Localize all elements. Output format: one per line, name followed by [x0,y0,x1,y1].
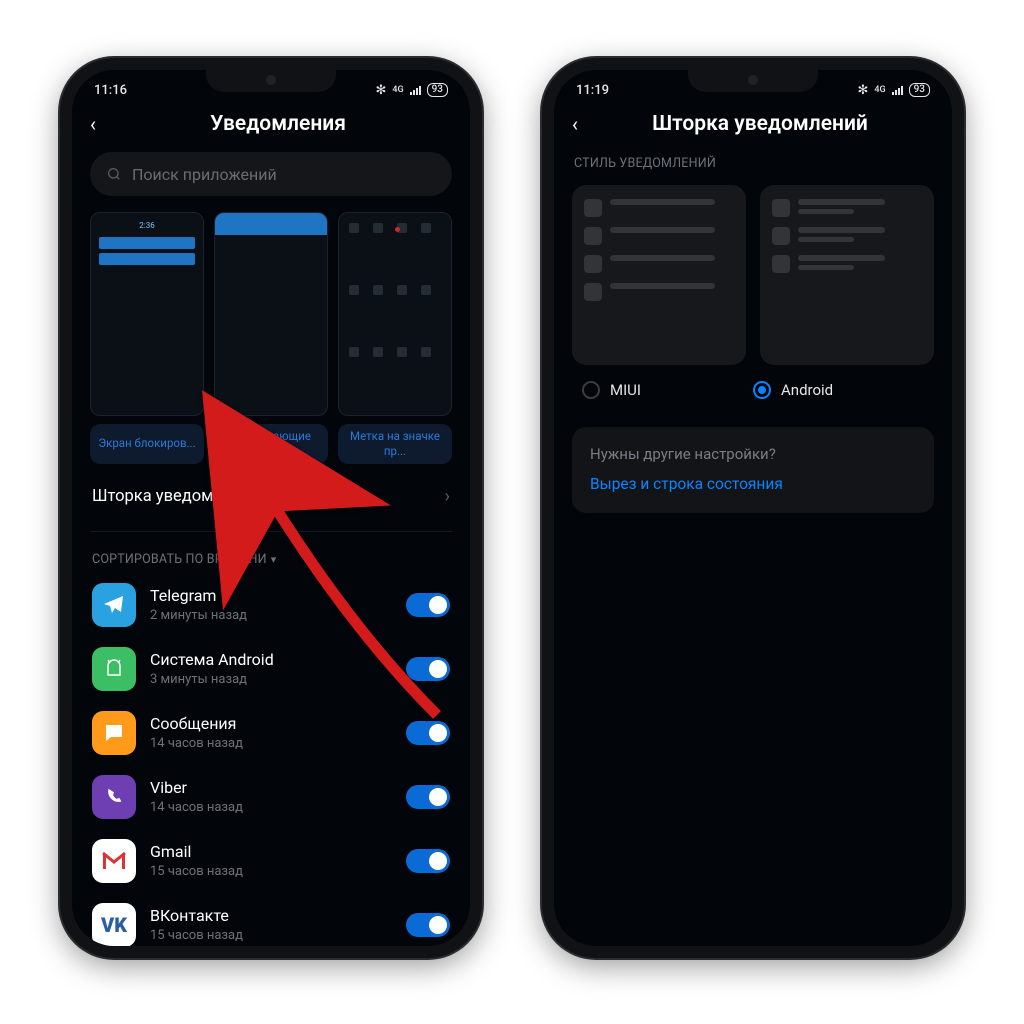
chevron-right-icon: › [445,486,450,507]
divider [90,531,452,532]
card-question: Нужны другие настройки? [590,445,916,463]
toggle-switch[interactable] [406,913,450,937]
app-name: Viber [150,778,392,797]
style-card-miui[interactable] [572,185,746,365]
app-name: Сообщения [150,714,392,733]
app-name: Система Android [150,650,392,669]
telegram-icon [92,583,136,627]
app-sub: 2 минуты назад [150,608,392,623]
android-icon [92,647,136,691]
list-item[interactable]: Сообщения 14 часов назад [90,701,452,765]
radio-label: MIUI [610,381,641,399]
preview-lockscreen-icon: 2:36 [90,212,204,416]
radio-icon [582,381,600,399]
toggle-switch[interactable] [406,785,450,809]
preview-floating-icon [214,212,328,416]
status-time: 11:19 [576,83,609,98]
tile-label: Всплывающие увед... [214,424,328,464]
radio-android[interactable]: Android [753,381,924,399]
gmail-icon [92,839,136,883]
list-item[interactable]: Viber 14 часов назад [90,765,452,829]
row-notification-shade[interactable]: Шторка уведомлений › [90,464,452,529]
app-sub: 15 часов назад [150,864,392,879]
app-name: Gmail [150,842,392,861]
preview-badge-icon [338,212,452,416]
list-item[interactable]: Telegram 2 минуты назад [90,573,452,637]
phone-notifications: 11:16 ✻ 4G 93 ‹ Уведомления Поиск прилож… [60,58,482,958]
app-sub: 14 часов назад [150,800,392,815]
vk-icon: VK [92,903,136,947]
tile-lockscreen[interactable]: 2:36 Экран блокиров... [90,212,204,464]
search-placeholder: Поиск приложений [132,165,277,184]
battery-indicator: 93 [909,83,930,97]
style-card-android[interactable] [760,185,934,365]
app-name: Telegram [150,586,392,605]
messages-icon [92,711,136,755]
more-settings-card: Нужны другие настройки? Вырез и строка с… [572,427,934,513]
display-notch [206,68,336,92]
app-sub: 3 минуты назад [150,672,392,687]
tile-badge[interactable]: Метка на значке пр... [338,212,452,464]
battery-indicator: 93 [427,83,448,97]
status-time: 11:16 [94,83,127,98]
tile-label: Экран блокиров... [90,424,204,464]
list-item[interactable]: Система Android 3 минуты назад [90,637,452,701]
page-title: Уведомления [104,112,452,136]
app-sub: 14 часов назад [150,736,392,751]
page-title: Шторка уведомлений [586,112,934,136]
signal-icon [892,85,903,95]
toggle-switch[interactable] [406,721,450,745]
list-item[interactable]: VK ВКонтакте 15 часов назад [90,893,452,957]
app-sub: 15 часов назад [150,928,392,943]
search-input[interactable]: Поиск приложений [90,152,452,196]
toggle-switch[interactable] [406,657,450,681]
sort-label: СОРТИРОВАТЬ ПО ВРЕМЕНИ [92,552,267,567]
bluetooth-icon: ✻ [857,83,868,98]
radio-icon [753,381,771,399]
sort-dropdown[interactable]: СОРТИРОВАТЬ ПО ВРЕМЕНИ ▾ [90,540,452,573]
style-section-label: СТИЛЬ УВЕДОМЛЕНИЙ [572,152,934,177]
display-notch [688,68,818,92]
card-link[interactable]: Вырез и строка состояния [590,475,916,493]
network-4g: 4G [874,85,885,95]
list-item[interactable]: Gmail 15 часов назад [90,829,452,893]
signal-icon [410,85,421,95]
bluetooth-icon: ✻ [375,83,386,98]
search-icon [106,166,122,182]
tile-label: Метка на значке пр... [338,424,452,464]
radio-label: Android [781,381,833,399]
toggle-switch[interactable] [406,849,450,873]
radio-miui[interactable]: MIUI [582,381,753,399]
phone-shade-style: 11:19 ✻ 4G 93 ‹ Шторка уведомлений СТИЛЬ… [542,58,964,958]
app-name: ВКонтакте [150,906,392,925]
network-4g: 4G [392,85,403,95]
chevron-down-icon: ▾ [271,553,277,566]
viber-icon [92,775,136,819]
tile-floating[interactable]: Всплывающие увед... [214,212,328,464]
toggle-switch[interactable] [406,593,450,617]
row-label: Шторка уведомлений [92,487,260,506]
